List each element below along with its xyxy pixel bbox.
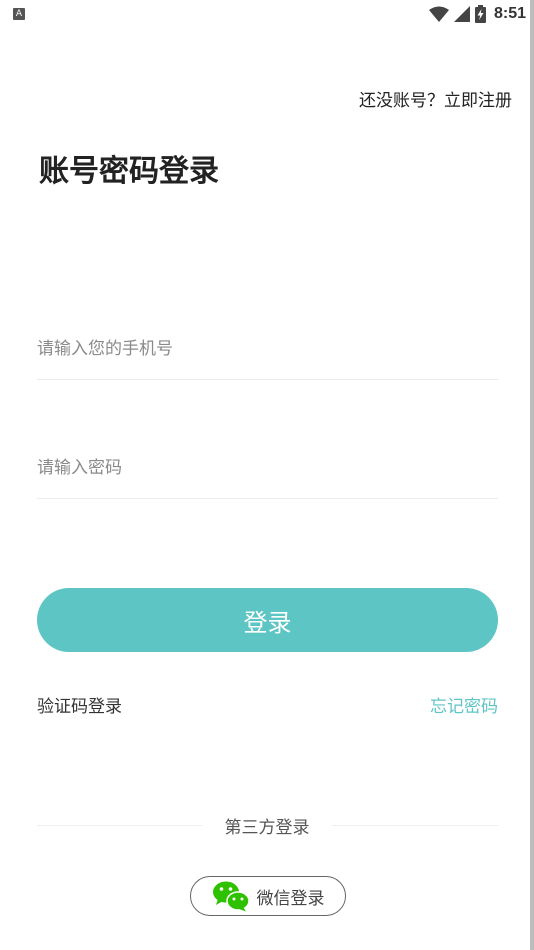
status-bar: A 8:51 [0, 0, 534, 28]
page-title: 账号密码登录 [39, 154, 219, 189]
wechat-login-label: 微信登录 [256, 888, 325, 909]
divider-line-left [37, 825, 202, 826]
status-icons: 8:51 [428, 3, 526, 25]
password-input-row [37, 438, 498, 499]
notification-icon: A [13, 8, 25, 20]
register-link[interactable]: 还没账号？立即注册 [359, 86, 512, 111]
scrollbar[interactable] [530, 0, 534, 950]
third-party-divider-label: 第三方登录 [224, 818, 310, 838]
status-time: 8:51 [493, 5, 526, 22]
phone-input[interactable] [37, 319, 498, 379]
forgot-password-link[interactable]: 忘记密码 [430, 692, 498, 717]
divider-line-right [332, 825, 498, 826]
wifi-icon [428, 6, 449, 22]
phone-input-row [37, 319, 498, 380]
sms-login-link[interactable]: 验证码登录 [37, 692, 122, 717]
cell-signal-icon [453, 6, 470, 22]
wechat-icon [212, 881, 250, 912]
password-input[interactable] [37, 438, 498, 498]
battery-charging-icon [474, 5, 486, 23]
login-button[interactable]: 登录 [37, 588, 498, 652]
wechat-login-button[interactable]: 微信登录 [190, 876, 346, 916]
